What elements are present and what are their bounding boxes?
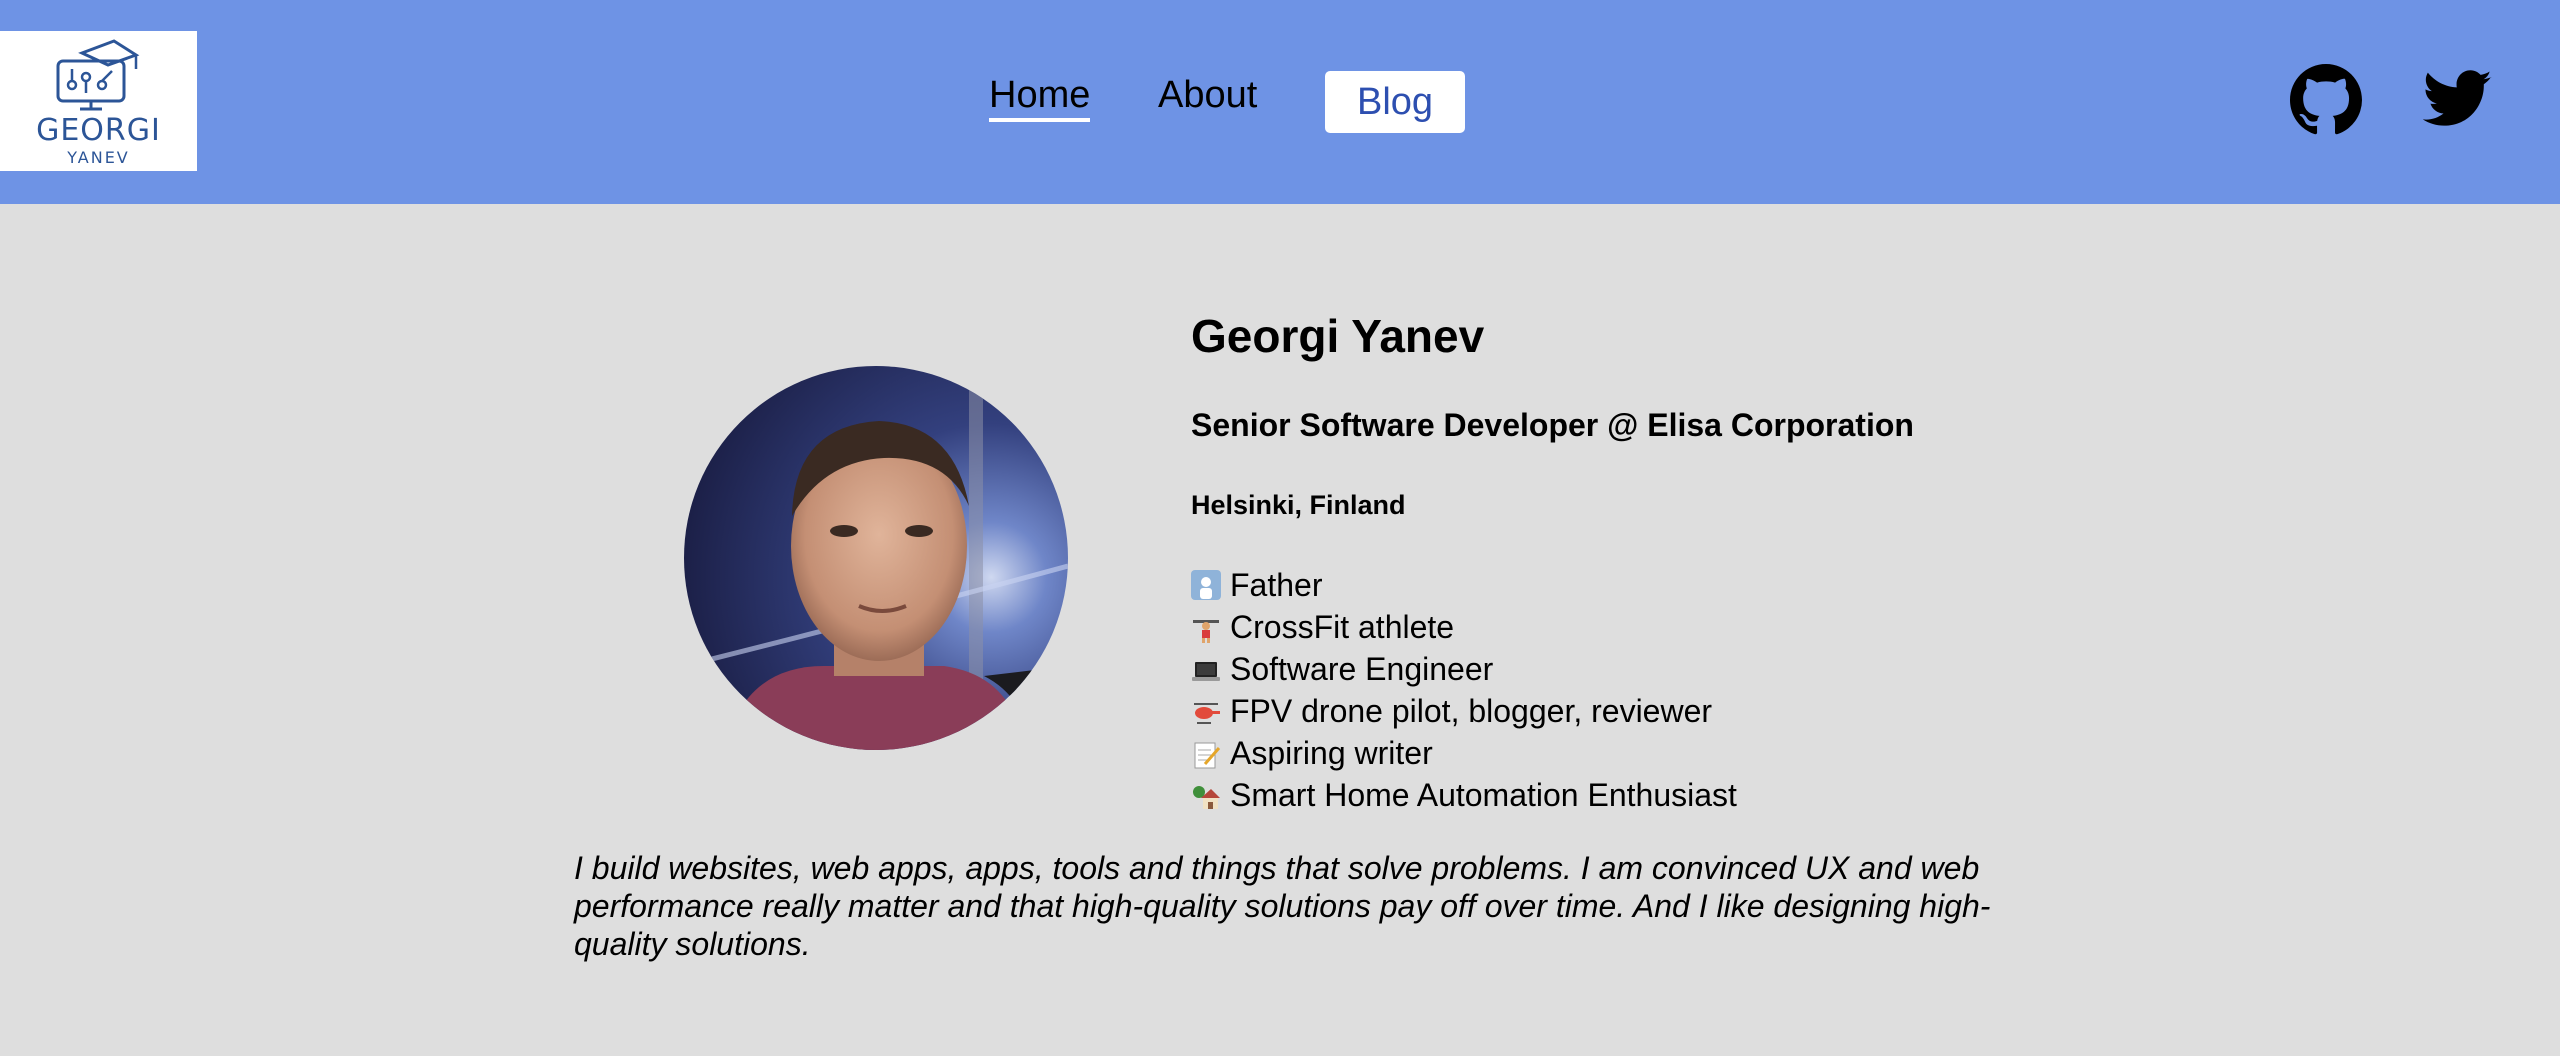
fact-label: Father	[1230, 567, 1323, 603]
logo-monitor-icon	[56, 39, 140, 111]
logo-text-main: GEORGI	[36, 113, 161, 148]
list-item: Software Engineer	[1191, 648, 1737, 690]
github-icon	[2290, 64, 2362, 135]
fact-label: Smart Home Automation Enthusiast	[1230, 777, 1737, 813]
list-item: FPV drone pilot, blogger, reviewer	[1191, 690, 1737, 732]
fact-label: Software Engineer	[1230, 651, 1494, 687]
site-logo[interactable]: GEORGI YANEV	[0, 31, 197, 171]
twitter-link[interactable]	[2422, 70, 2493, 133]
twitter-icon	[2422, 70, 2492, 126]
fact-label: Aspiring writer	[1230, 735, 1433, 771]
profile-name: Georgi Yanev	[1191, 310, 1485, 362]
helicopter-icon	[1191, 696, 1221, 726]
nav-home-link[interactable]: Home	[989, 72, 1091, 122]
nav-blog-button[interactable]: Blog	[1325, 71, 1465, 133]
profile-location: Helsinki, Finland	[1191, 490, 1406, 520]
github-link[interactable]	[2290, 64, 2362, 141]
memo-icon	[1191, 738, 1221, 769]
profile-bio: I build websites, web apps, apps, tools …	[574, 850, 1991, 962]
nav-about-link[interactable]: About	[1158, 72, 1257, 118]
profile-facts-list: Father CrossFit athlete Software Enginee…	[1191, 564, 1737, 816]
profile-role: Senior Software Developer @ Elisa Corpor…	[1191, 407, 1914, 443]
fact-label: CrossFit athlete	[1230, 609, 1455, 645]
logo-text-sub: YANEV	[67, 148, 130, 167]
fact-label: FPV drone pilot, blogger, reviewer	[1230, 693, 1713, 729]
list-item: Smart Home Automation Enthusiast	[1191, 774, 1737, 816]
profile-photo	[684, 366, 1068, 750]
list-item: CrossFit athlete	[1191, 606, 1737, 648]
list-item: Aspiring writer	[1191, 732, 1737, 774]
weightlifter-icon	[1191, 612, 1221, 643]
father-icon	[1191, 570, 1221, 600]
site-header: GEORGI YANEV Home About Blog	[0, 0, 2560, 204]
house-icon	[1191, 780, 1221, 810]
laptop-icon	[1191, 654, 1221, 684]
list-item: Father	[1191, 564, 1737, 606]
